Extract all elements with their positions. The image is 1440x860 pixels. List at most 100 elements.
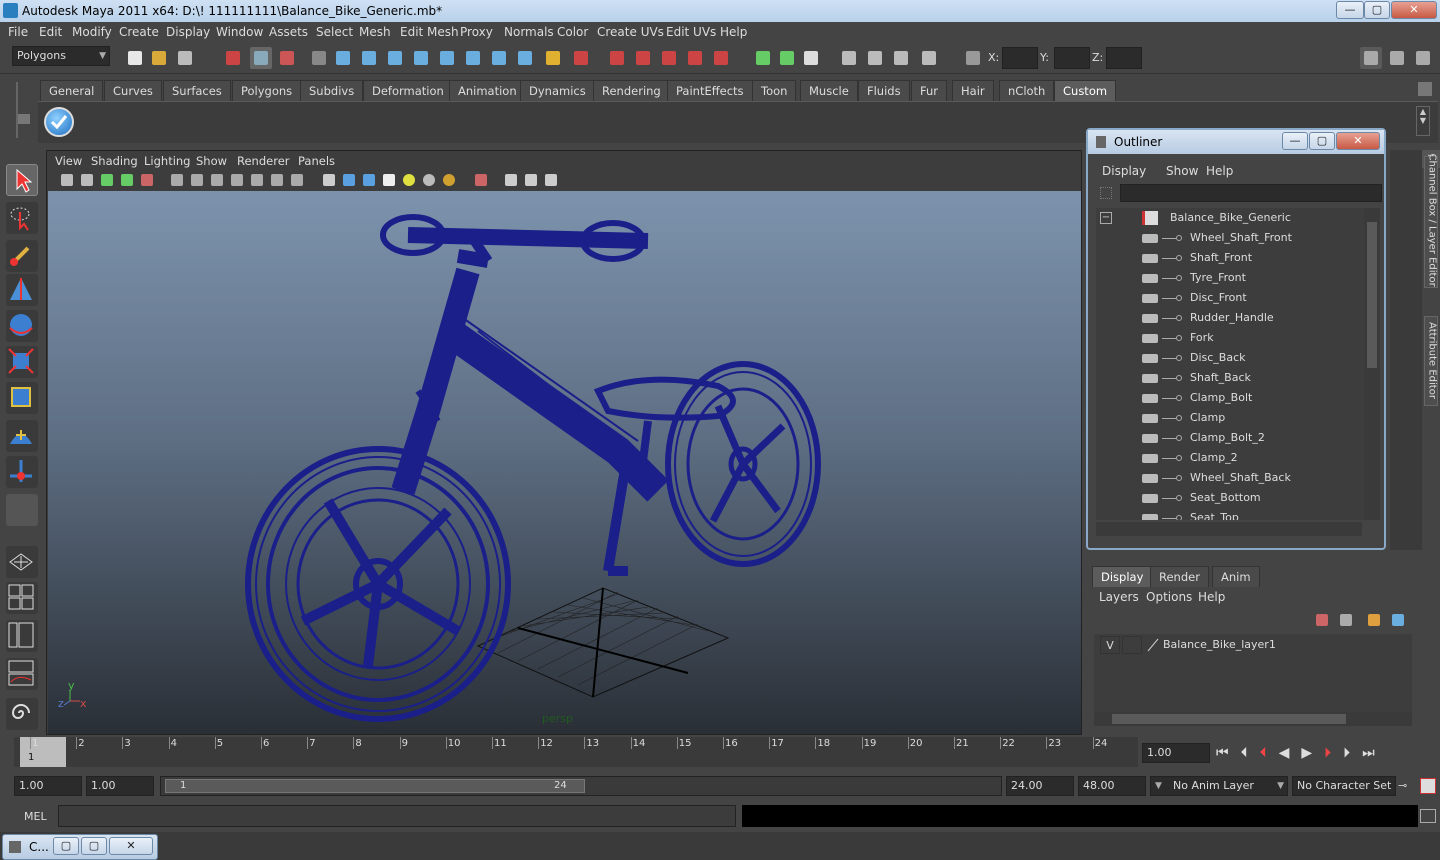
shelf-scroll[interactable]: ▲ ▼ (1416, 106, 1430, 136)
pick-surfaces-icon[interactable] (410, 47, 432, 69)
viewport-menu-panels[interactable]: Panels (298, 154, 335, 168)
menu-help[interactable]: Help (720, 25, 747, 39)
play-forwards-icon[interactable]: ▶ (1301, 745, 1324, 761)
gate-mask-icon[interactable] (227, 170, 249, 192)
tab-channel-box-layer-editor[interactable]: Channel Box / Layer Editor (1424, 154, 1438, 288)
menu-edit-mesh[interactable]: Edit Mesh (400, 25, 459, 39)
list-item[interactable]: Disc_Front (1096, 288, 1361, 308)
outliner-filter-icon[interactable] (1100, 187, 1112, 199)
pick-dynamics-icon[interactable] (462, 47, 484, 69)
menu-create[interactable]: Create (119, 25, 159, 39)
move-tool-icon[interactable] (6, 274, 38, 306)
grid-toggle-icon[interactable] (167, 170, 189, 192)
two-d-pan-zoom-icon[interactable] (137, 170, 159, 192)
step-back-key-icon[interactable]: ⏴ (1241, 745, 1260, 761)
menu-create-uvs[interactable]: Create UVs (597, 25, 664, 39)
step-forward-key-icon[interactable]: ⏵ (1343, 745, 1362, 761)
toggle-attribute-editor-icon[interactable] (1360, 47, 1382, 69)
viewport-canvas[interactable]: y z x persp (48, 191, 1081, 734)
tab-rendering[interactable]: Rendering (593, 80, 670, 101)
menu-select[interactable]: Select (316, 25, 353, 39)
menu-normals[interactable]: Normals (504, 25, 554, 39)
new-scene-icon[interactable] (124, 47, 146, 69)
create-empty-layer-icon[interactable] (1364, 610, 1386, 632)
maximize-button[interactable]: ▢ (1364, 1, 1390, 19)
scale-tool-icon[interactable] (6, 346, 38, 378)
snap-view-plane-icon[interactable] (684, 47, 706, 69)
xray-components-icon[interactable] (541, 170, 563, 192)
pick-curves-icon[interactable] (384, 47, 406, 69)
smooth-shade-icon[interactable] (339, 170, 361, 192)
move-layer-up-icon[interactable] (1312, 610, 1334, 632)
construction-history-icon[interactable] (800, 47, 822, 69)
close-button[interactable]: ✕ (1391, 1, 1437, 19)
outliner-maximize-button[interactable]: ▢ (1309, 132, 1335, 150)
outliner-minimize-button[interactable]: — (1282, 132, 1308, 150)
menu-proxy[interactable]: Proxy (460, 25, 493, 39)
transform-input-icon[interactable] (962, 47, 984, 69)
list-item[interactable]: Shaft_Back (1096, 368, 1361, 388)
animation-preferences-icon[interactable] (1420, 778, 1436, 794)
menu-modify[interactable]: Modify (72, 25, 112, 39)
resolution-gate-icon[interactable] (207, 170, 229, 192)
list-item[interactable]: Disc_Back (1096, 348, 1361, 368)
list-item[interactable]: Clamp_Bolt (1096, 388, 1361, 408)
persp-graph-layout-icon[interactable] (6, 658, 38, 690)
select-hierarchy-icon[interactable] (222, 47, 244, 69)
play-backwards-icon[interactable]: ◀ (1279, 745, 1302, 761)
field-chart-icon[interactable] (247, 170, 269, 192)
character-set-selector[interactable]: No Character Set (1292, 776, 1396, 796)
shadows-icon[interactable] (419, 170, 441, 192)
layer-horizontal-scrollbar[interactable] (1094, 712, 1412, 726)
create-layer-from-selected-icon[interactable] (1388, 610, 1410, 632)
safe-title-icon[interactable] (287, 170, 309, 192)
toggle-tool-settings-icon[interactable] (1386, 47, 1408, 69)
select-component-icon[interactable] (276, 47, 298, 69)
layer-color-icon[interactable] (1146, 638, 1160, 652)
close-minimized-button[interactable]: ✕ (109, 837, 153, 855)
key-icon[interactable]: ⊸ (1398, 779, 1416, 793)
select-tool-icon[interactable] (6, 164, 38, 196)
viewport-menu-lighting[interactable]: Lighting (144, 154, 190, 168)
playback-start-field[interactable]: 1.00 (86, 776, 154, 796)
single-perspective-layout-icon[interactable] (6, 546, 38, 578)
playback-end-field[interactable]: 24.00 (1006, 776, 1074, 796)
layer-menu-options[interactable]: Options (1146, 590, 1192, 604)
shelf-options-icon[interactable] (18, 114, 30, 124)
list-item[interactable]: Shaft_Front (1096, 248, 1361, 268)
tab-surfaces[interactable]: Surfaces (163, 80, 231, 101)
open-scene-icon[interactable] (148, 47, 170, 69)
viewport-menu-show[interactable]: Show (196, 154, 227, 168)
menu-edit[interactable]: Edit (39, 25, 62, 39)
high-quality-icon[interactable] (439, 170, 461, 192)
menu-edit-uvs[interactable]: Edit UVs (666, 25, 716, 39)
lock-selection-icon[interactable] (542, 47, 564, 69)
layer-row[interactable]: V Balance_Bike_layer1 (1094, 636, 1412, 656)
tab-layer-anim[interactable]: Anim (1212, 566, 1260, 587)
tab-subdivs[interactable]: Subdivs (300, 80, 364, 101)
y-input[interactable] (1054, 47, 1090, 69)
layer-menu-help[interactable]: Help (1198, 590, 1225, 604)
layer-visibility-toggle[interactable]: V (1100, 636, 1120, 654)
minimize-button[interactable]: — (1336, 1, 1364, 19)
list-item[interactable]: Wheel_Shaft_Back (1096, 468, 1361, 488)
list-item[interactable]: Rudder_Handle (1096, 308, 1361, 328)
history-input-icon[interactable] (752, 47, 774, 69)
tab-attribute-editor[interactable]: Attribute Editor (1424, 316, 1438, 406)
viewport-menu-shading[interactable]: Shading (91, 154, 138, 168)
list-item[interactable]: Tyre_Front (1096, 268, 1361, 288)
highlight-selection-icon[interactable] (570, 47, 592, 69)
command-language-label[interactable]: MEL (24, 810, 47, 823)
layer-type-toggle[interactable] (1122, 636, 1142, 654)
outliner-vertical-scrollbar[interactable] (1364, 208, 1380, 520)
list-item[interactable]: Fork (1096, 328, 1361, 348)
rotate-tool-icon[interactable] (6, 310, 38, 342)
list-item[interactable]: Clamp (1096, 408, 1361, 428)
maximize-minimized-button[interactable]: ▢ (81, 837, 107, 855)
animation-start-field[interactable]: 1.00 (14, 776, 82, 796)
move-layer-down-icon[interactable] (1336, 610, 1358, 632)
tab-general[interactable]: General (40, 80, 104, 101)
render-view-icon[interactable] (838, 47, 860, 69)
tab-curves[interactable]: Curves (104, 80, 162, 101)
command-input[interactable] (58, 805, 736, 827)
